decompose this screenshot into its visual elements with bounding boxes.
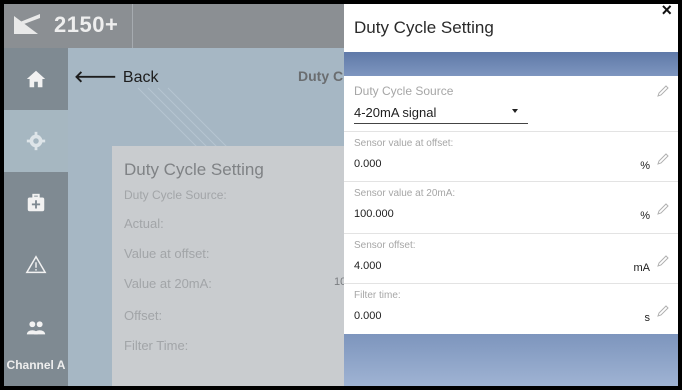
field-label: Filter time: [354,290,401,301]
home-icon [26,70,46,88]
filter-time-field[interactable]: Filter time: 0.000 s [344,284,678,334]
back-label: Back [122,69,159,86]
channel-selector[interactable]: Channel A [4,358,68,372]
sidebar-item-home[interactable] [4,48,68,110]
users-icon [26,321,46,335]
field-value: 0.000 [354,310,382,322]
select-value: 4-20mA signal [354,105,437,120]
field-label: Sensor value at 20mA: [354,188,456,199]
dialog-body: Duty Cycle Source 4-20mA signal Sensor v… [344,76,678,334]
page-title: Duty C [298,68,344,84]
field-unit: % [640,210,650,222]
sidebar: Channel A [4,48,68,386]
pencil-icon[interactable] [656,84,670,98]
card-title: Duty Cycle Setting [124,160,264,179]
field-value: 100.000 [354,208,394,220]
field-unit: % [640,160,650,172]
app-window: 2150+ Channel A 🡐 Back Duty C Duty Cycle… [4,4,678,386]
sidebar-item-alarms[interactable] [4,234,68,296]
duty-cycle-dialog: Duty Cycle Setting × Duty Cycle Source 4… [344,4,678,386]
duty-cycle-source-select[interactable]: 4-20mA signal [354,102,528,124]
pencil-icon[interactable] [656,304,670,318]
field-unit: mA [633,262,651,274]
field-unit: s [644,312,651,324]
arrow-left-icon: 🡐 [74,69,117,86]
dialog-band [344,52,678,76]
sensor-value-20ma-field[interactable]: Sensor value at 20mA: 100.000 % [344,182,678,234]
field-value: 0.000 [354,158,382,170]
dialog-footer [344,334,678,386]
settings-card: Duty Cycle Setting Duty Cycle Source: Ac… [112,146,352,386]
field-label: Sensor offset: [354,240,416,251]
divider [132,4,133,48]
caret-down-icon [512,109,518,113]
close-icon[interactable]: × [661,4,672,21]
dialog-title: Duty Cycle Setting [354,18,494,37]
gear-icon [26,131,46,151]
card-row: Filter Time: [124,338,189,353]
sensor-offset-field[interactable]: Sensor offset: 4.000 mA [344,234,678,284]
field-label: Sensor value at offset: [354,138,454,149]
card-row: Offset: [124,308,163,323]
dialog-header: Duty Cycle Setting [344,4,678,52]
card-row: Actual: [124,216,164,231]
pencil-icon[interactable] [656,254,670,268]
sidebar-item-settings[interactable] [4,110,68,172]
pencil-icon[interactable] [656,152,670,166]
duty-cycle-source-field: Duty Cycle Source 4-20mA signal [344,76,678,132]
warning-icon [25,255,47,274]
app-title: 2150+ [54,12,119,37]
sidebar-item-users[interactable] [4,296,68,358]
field-value: 4.000 [354,260,382,272]
first-aid-kit-icon [27,193,45,212]
sidebar-item-service[interactable] [4,172,68,234]
card-row: Value at offset: [124,246,210,261]
field-label: Duty Cycle Source [354,84,454,98]
card-row: Value at 20mA: [124,276,212,291]
logo [14,14,40,34]
card-row: Duty Cycle Source: [124,188,227,202]
sensor-value-offset-field[interactable]: Sensor value at offset: 0.000 % [344,132,678,182]
back-button[interactable]: 🡐 Back [74,66,158,87]
pencil-icon[interactable] [656,202,670,216]
